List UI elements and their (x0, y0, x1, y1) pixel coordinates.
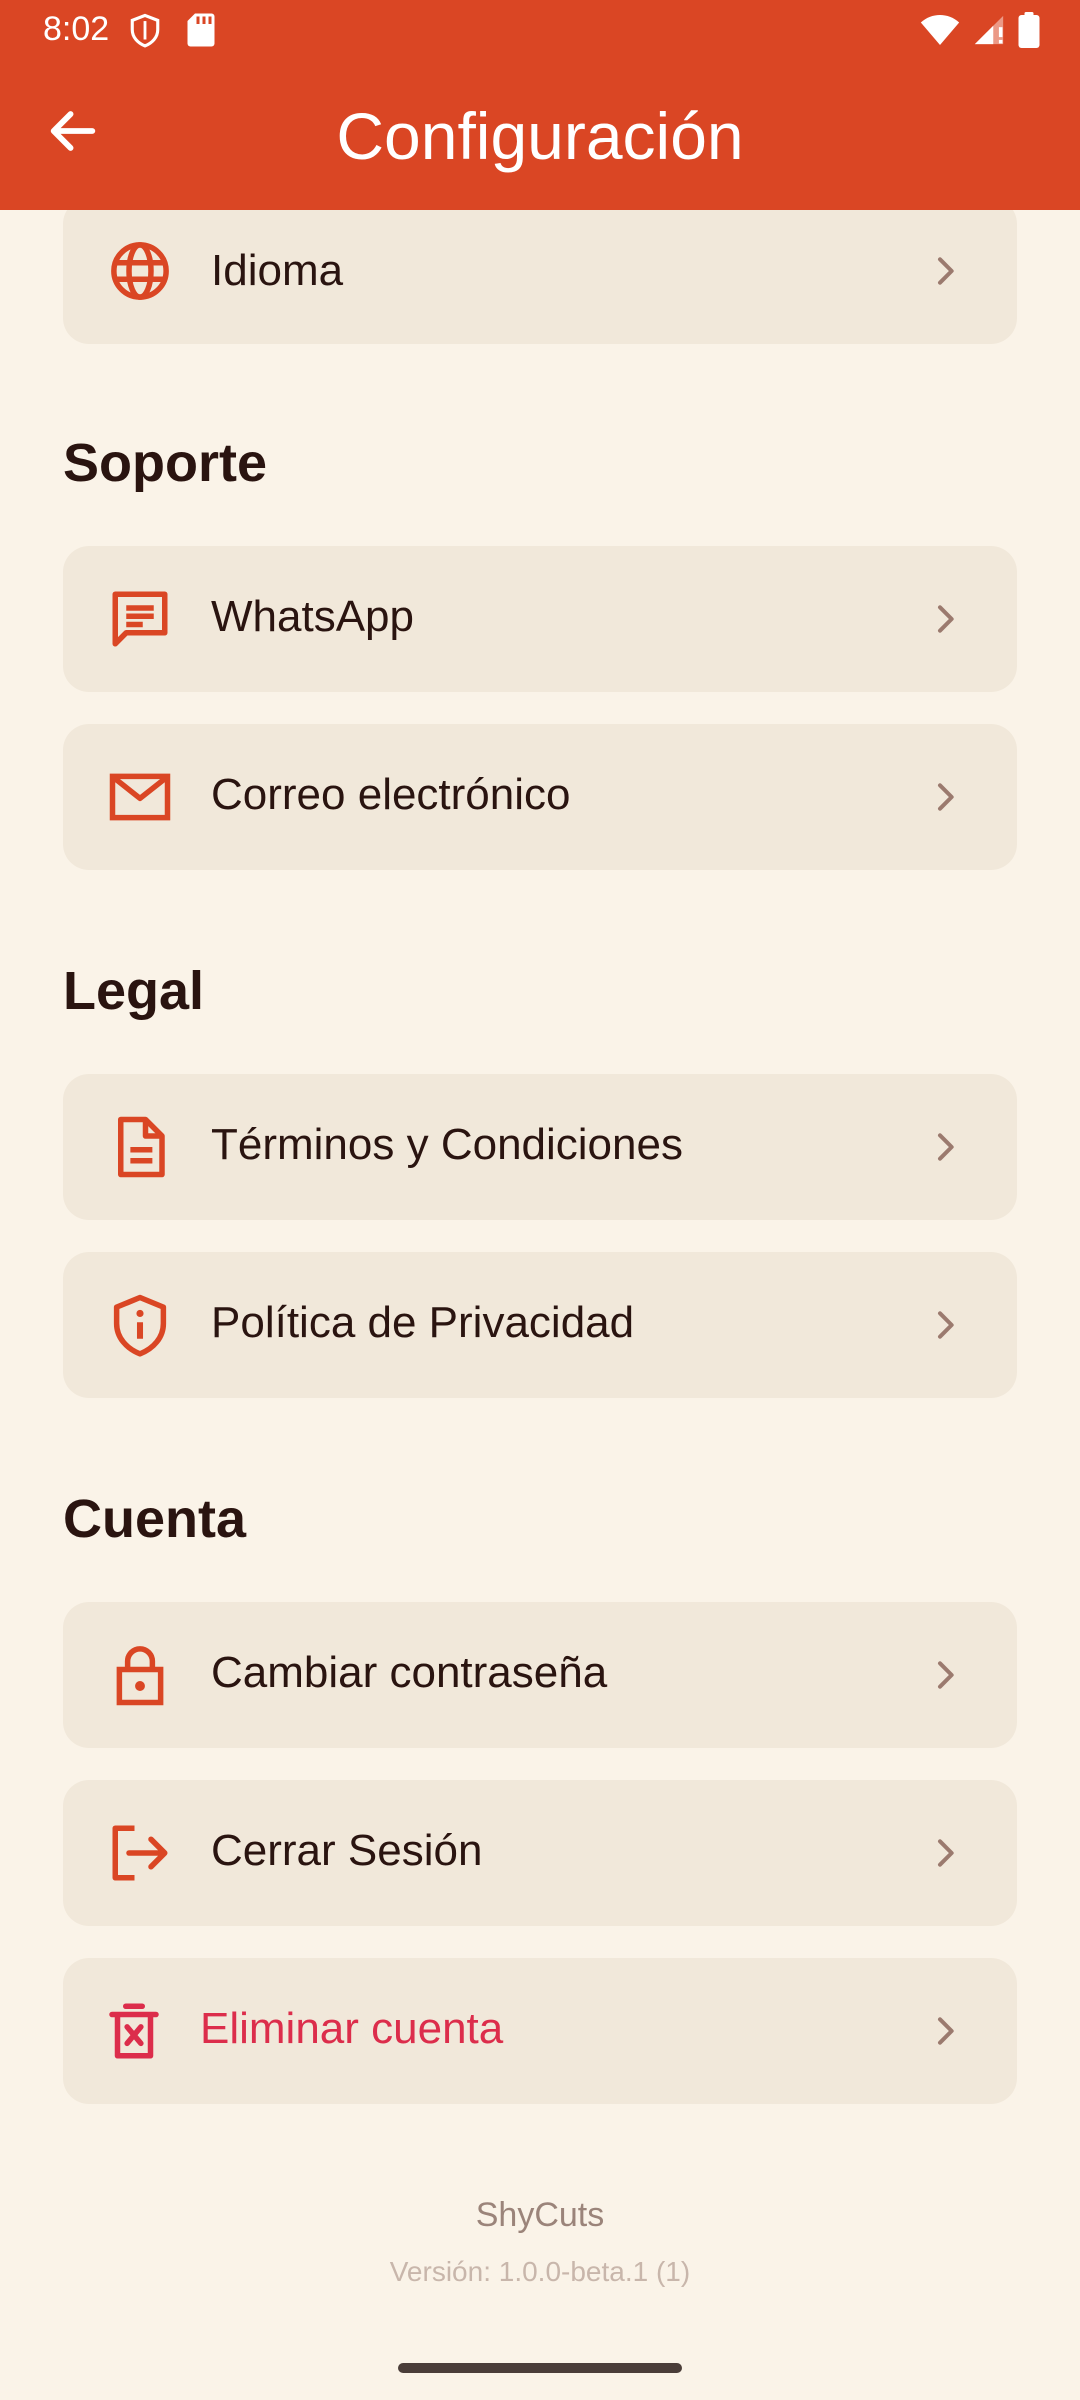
settings-item-label: Términos y Condiciones (211, 1120, 683, 1169)
settings-item-label: Idioma (211, 246, 344, 295)
trash-delete-icon (109, 2003, 159, 2059)
chevron-right-icon (938, 1133, 954, 1161)
chevron-right-icon (938, 605, 954, 633)
footer-app-name: ShyCuts (475, 2196, 605, 2234)
cell-signal-icon (974, 15, 1004, 45)
status-bar: 8:02 (0, 0, 1080, 64)
chevron-right-icon (938, 1661, 954, 1689)
settings-item-whatsapp[interactable]: WhatsApp (63, 546, 1017, 692)
settings-item-label: WhatsApp (211, 592, 414, 641)
settings-item-label: Cerrar Sesión (211, 1826, 483, 1875)
settings-item-label: Política de Privacidad (211, 1298, 635, 1347)
section-title-cuenta: Cuenta (63, 1489, 247, 1549)
shield-status-icon (130, 13, 160, 48)
document-icon (118, 1116, 165, 1178)
settings-item-idioma[interactable]: Idioma (63, 198, 1017, 344)
shield-info-icon (113, 1294, 167, 1357)
section-title-legal: Legal (63, 961, 205, 1021)
sd-card-icon (187, 13, 215, 47)
home-indicator[interactable] (398, 2363, 682, 2373)
chevron-right-icon (938, 1839, 954, 1867)
chevron-right-icon (938, 257, 954, 285)
app-bar: 8:02 Configuración (0, 0, 1080, 210)
status-time: 8:02 (43, 10, 110, 48)
lock-icon (116, 1646, 164, 1706)
logout-icon (112, 1825, 168, 1881)
settings-item-cambiar-contrasena[interactable]: Cambiar contraseña (63, 1602, 1017, 1748)
settings-item-label: Correo electrónico (211, 770, 571, 819)
settings-item-privacidad[interactable]: Política de Privacidad (63, 1252, 1017, 1398)
settings-item-cerrar-sesion[interactable]: Cerrar Sesión (63, 1780, 1017, 1926)
chevron-right-icon (938, 1311, 954, 1339)
mail-icon (109, 773, 171, 821)
settings-item-correo[interactable]: Correo electrónico (63, 724, 1017, 870)
chat-message-icon (112, 591, 168, 647)
page-title: Configuración (336, 99, 744, 173)
wifi-icon (920, 15, 960, 45)
chevron-right-icon (938, 783, 954, 811)
globe-icon (111, 242, 169, 300)
settings-item-terminos[interactable]: Términos y Condiciones (63, 1074, 1017, 1220)
settings-item-label: Cambiar contraseña (211, 1648, 608, 1697)
footer-version: Versión: 1.0.0-beta.1 (1) (389, 2256, 691, 2287)
chevron-right-icon (938, 2017, 954, 2045)
settings-item-eliminar-cuenta[interactable]: Eliminar cuenta (63, 1958, 1017, 2104)
settings-item-label: Eliminar cuenta (200, 2004, 504, 2053)
battery-icon (1018, 12, 1040, 48)
section-title-soporte: Soporte (63, 433, 268, 493)
